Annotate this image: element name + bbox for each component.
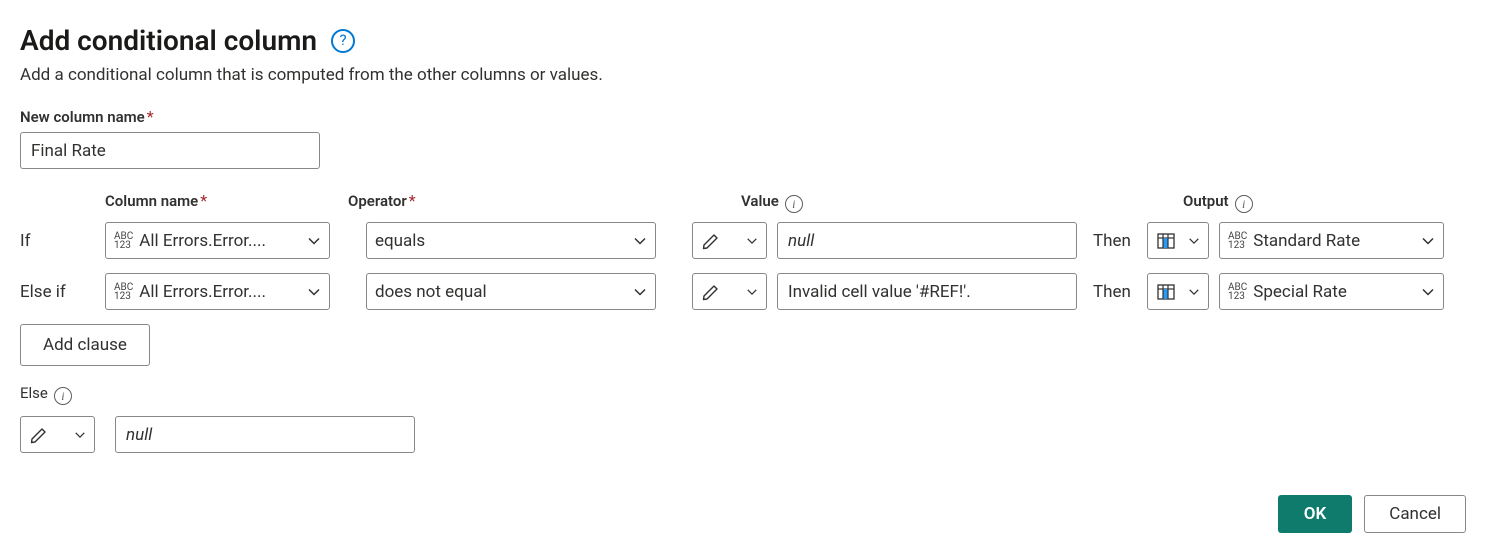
operator-value: equals	[375, 231, 627, 251]
clause-column-headers: Column name* Operator* Value i Output i	[20, 191, 1466, 216]
chevron-down-icon	[1421, 285, 1435, 299]
chevron-down-icon	[74, 429, 86, 441]
column-select-icon	[1156, 282, 1176, 302]
dialog-subheading: Add a conditional column that is compute…	[20, 65, 1466, 85]
pencil-icon	[701, 282, 721, 302]
clause-row: Else if ABC123 All Errors.Error.... does…	[20, 273, 1466, 310]
output-type-dropdown[interactable]	[1147, 222, 1209, 259]
then-label: Then	[1093, 282, 1131, 302]
else-value-input[interactable]	[115, 416, 415, 453]
else-section: Else i	[20, 384, 1466, 453]
chevron-down-icon	[746, 235, 758, 247]
new-column-name-label: New column name	[20, 108, 145, 126]
required-asterisk: *	[145, 107, 154, 126]
operator-dropdown[interactable]: does not equal	[366, 273, 656, 310]
value-input[interactable]	[777, 222, 1077, 259]
value-type-dropdown[interactable]	[692, 273, 767, 310]
pencil-icon	[29, 425, 49, 445]
output-type-dropdown[interactable]	[1147, 273, 1209, 310]
add-clause-button[interactable]: Add clause	[20, 324, 150, 366]
operator-dropdown[interactable]: equals	[366, 222, 656, 259]
output-header: Output	[1183, 192, 1229, 210]
chevron-down-icon	[1188, 286, 1200, 298]
add-conditional-column-dialog: Add conditional column ? Add a condition…	[0, 0, 1486, 553]
info-icon[interactable]: i	[54, 387, 72, 405]
column-name-header: Column name	[105, 192, 198, 210]
column-select-icon	[1156, 231, 1176, 251]
output-column-value: Special Rate	[1253, 282, 1415, 302]
ok-button[interactable]: OK	[1278, 495, 1353, 533]
new-column-name-field: New column name*	[20, 107, 1466, 169]
column-name-dropdown[interactable]: ABC123 All Errors.Error....	[105, 273, 330, 310]
data-type-abc123-icon: ABC123	[1228, 283, 1247, 301]
data-type-abc123-icon: ABC123	[1228, 232, 1247, 250]
value-input[interactable]	[777, 273, 1077, 310]
chevron-down-icon	[1188, 235, 1200, 247]
info-icon[interactable]: i	[1235, 195, 1253, 213]
else-type-dropdown[interactable]	[20, 416, 95, 453]
data-type-abc123-icon: ABC123	[114, 232, 133, 250]
column-name-dropdown[interactable]: ABC123 All Errors.Error....	[105, 222, 330, 259]
help-icon[interactable]: ?	[331, 29, 355, 53]
data-type-abc123-icon: ABC123	[114, 283, 133, 301]
chevron-down-icon	[633, 285, 647, 299]
value-header: Value	[741, 192, 779, 210]
clause-prefix-label: Else if	[20, 282, 66, 302]
chevron-down-icon	[1421, 234, 1435, 248]
output-column-dropdown[interactable]: ABC123 Special Rate	[1219, 273, 1444, 310]
chevron-down-icon	[307, 285, 321, 299]
operator-value: does not equal	[375, 282, 627, 302]
new-column-name-input[interactable]	[20, 132, 320, 169]
column-name-value: All Errors.Error....	[139, 282, 301, 302]
cancel-button[interactable]: Cancel	[1364, 495, 1466, 533]
chevron-down-icon	[633, 234, 647, 248]
dialog-footer: OK Cancel	[1278, 495, 1466, 533]
clause-row: If ABC123 All Errors.Error.... equals	[20, 222, 1466, 259]
chevron-down-icon	[746, 286, 758, 298]
then-label: Then	[1093, 231, 1131, 251]
else-label: Else	[20, 384, 48, 402]
output-column-value: Standard Rate	[1253, 231, 1415, 251]
clause-prefix-label: If	[20, 231, 31, 251]
output-column-dropdown[interactable]: ABC123 Standard Rate	[1219, 222, 1444, 259]
required-asterisk: *	[198, 191, 207, 210]
column-name-value: All Errors.Error....	[139, 231, 301, 251]
info-icon[interactable]: i	[785, 195, 803, 213]
operator-header: Operator	[348, 192, 407, 210]
dialog-title: Add conditional column	[20, 24, 317, 57]
required-asterisk: *	[407, 191, 416, 210]
pencil-icon	[701, 231, 721, 251]
chevron-down-icon	[307, 234, 321, 248]
value-type-dropdown[interactable]	[692, 222, 767, 259]
